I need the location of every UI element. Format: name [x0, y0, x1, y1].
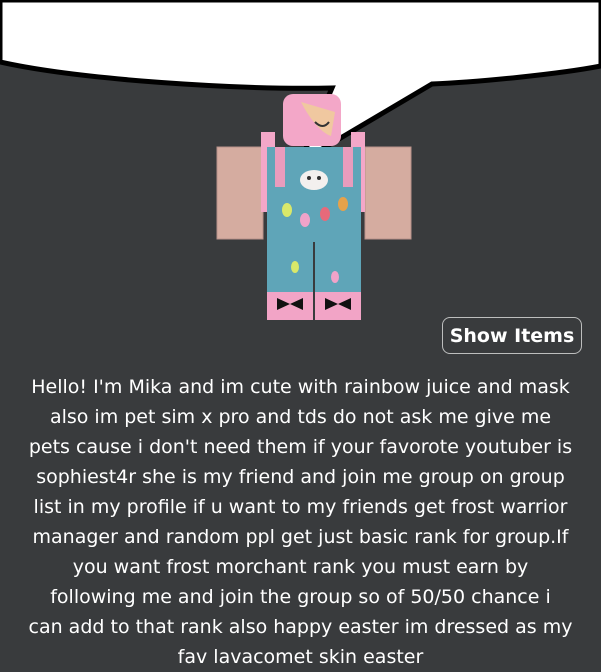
right-arm — [365, 147, 411, 239]
show-items-button[interactable]: Show Items — [442, 317, 582, 354]
profile-description: Hello! I'm Mika and im cute with rainbow… — [28, 376, 573, 668]
avatar-figure — [216, 94, 412, 320]
left-arm — [217, 147, 263, 239]
avatar-stage: Show Items Hello! I'm Mika and im cute w… — [0, 0, 601, 672]
